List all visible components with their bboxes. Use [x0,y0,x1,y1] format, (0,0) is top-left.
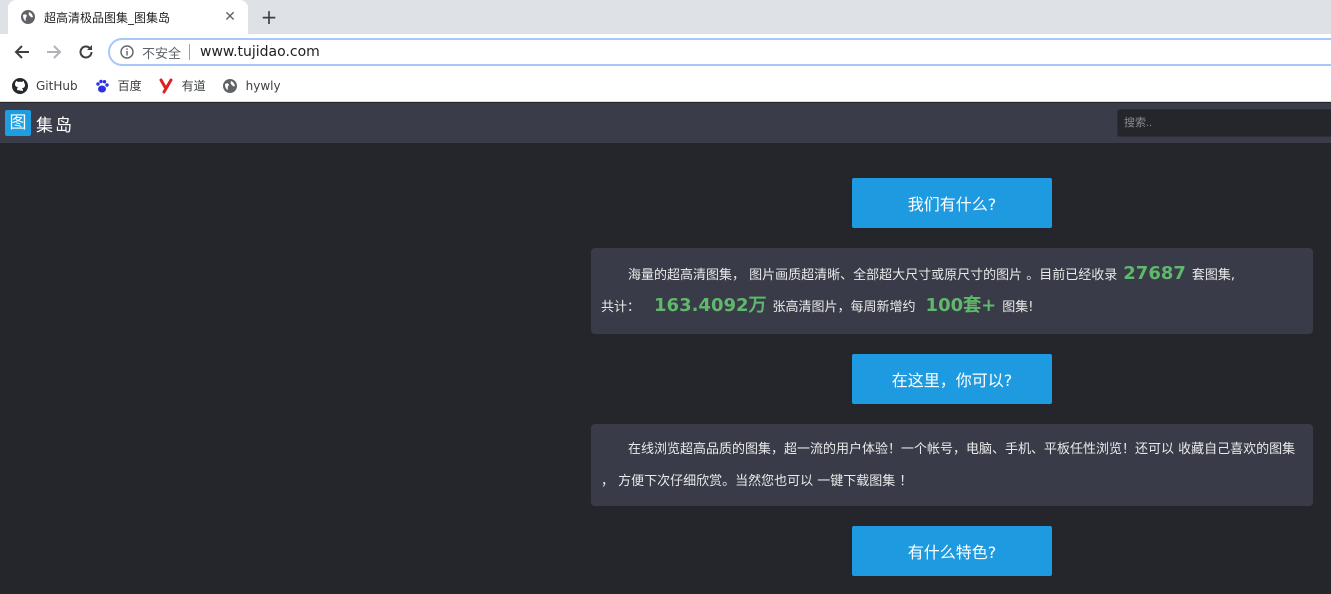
tab-close-icon[interactable]: ✕ [222,9,238,25]
site-header: 图 集岛 [0,103,1331,143]
bookmark-youdao[interactable]: 有道 [158,77,206,94]
reload-button[interactable] [74,40,98,64]
stats-card: 海量的超高清图集， 图片画质超清晰、全部超大尺寸或原尺寸的图片 。目前已经收录 2… [591,248,1313,334]
forward-button[interactable] [42,40,66,64]
browser-toolbar: 不安全 www.tujidao.com [0,34,1331,70]
address-bar[interactable]: 不安全 www.tujidao.com [108,38,1331,66]
forward-arrow-icon [47,45,62,59]
weekly-new: 100套+ [925,295,997,316]
features-text: 在线浏览超高品质的图集，超一流的用户体验！一个帐号，电脑、手机、平板任性浏览！还… [601,442,1296,489]
youdao-icon [158,78,174,94]
globe-icon [222,78,238,94]
search-input[interactable] [1117,109,1331,137]
url-text[interactable]: www.tujidao.com [200,44,320,60]
tab-title: 超高清极品图集_图集岛 [44,10,171,25]
github-icon [12,77,28,94]
browser-tab[interactable]: 超高清极品图集_图集岛 ✕ [8,0,248,34]
site-logo[interactable]: 图 [5,110,31,136]
what-we-have-button[interactable]: 我们有什么? [852,178,1052,228]
bookmark-label: 百度 [117,79,142,93]
stats-text-part: 图集! [1002,300,1034,315]
what-you-can-do-button[interactable]: 在这里，你可以? [852,354,1052,404]
features-card: 在线浏览超高品质的图集，超一流的用户体验！一个帐号，电脑、手机、平板任性浏览！还… [591,424,1313,506]
back-button[interactable] [10,40,34,64]
bookmark-github[interactable]: GitHub [12,77,78,94]
browser-tab-strip: 超高清极品图集_图集岛 ✕ + [0,0,1331,34]
address-divider [189,44,191,60]
stats-text: 海量的超高清图集， 图片画质超清晰、全部超大尺寸或原尺寸的图片 。目前已经收录 2… [601,258,1303,292]
site-name[interactable]: 集岛 [36,111,74,136]
special-features-button[interactable]: 有什么特色? [852,526,1052,576]
insecure-label: 不安全 [142,46,182,62]
stats-text-part: 张高清图片，每周新增约 [772,300,916,315]
total-images: 163.4092万 [654,295,767,316]
back-arrow-icon [14,45,29,59]
globe-icon [21,10,35,24]
bookmark-baidu[interactable]: 百度 [94,77,142,94]
reload-icon [79,45,93,59]
stats-text-part: 海量的超高清图集， 图片画质超清晰、全部超大尺寸或原尺寸的图片 。目前已经收录 [628,268,1118,283]
baidu-paw-icon [94,78,110,94]
bookmark-label: hywly [245,78,281,93]
bookmark-label: GitHub [36,78,78,93]
stats-text-part: 共计： [601,300,641,315]
gallery-count: 27687 [1123,263,1186,284]
bookmark-hywly[interactable]: hywly [222,78,281,94]
new-tab-button[interactable]: + [258,6,280,28]
bookmark-label: 有道 [181,79,206,93]
bookmarks-bar: GitHub 百度 有道 hywly [0,70,1331,102]
stats-text-part: 套图集, [1191,268,1236,283]
info-icon[interactable] [120,45,134,59]
stats-text-line2: 共计： 163.4092万 张高清图片，每周新增约 100套+ 图集! [601,290,1303,324]
